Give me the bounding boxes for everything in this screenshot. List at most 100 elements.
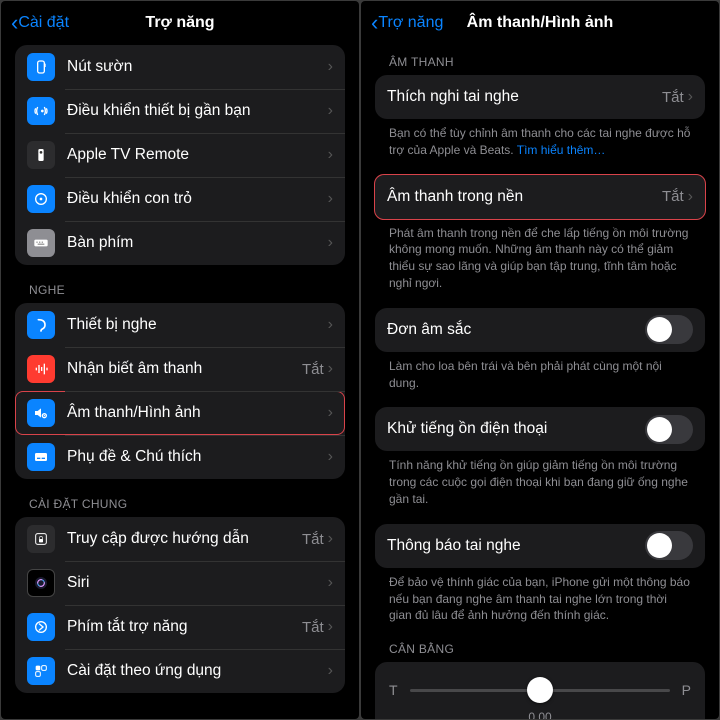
- row-value: Tắt: [302, 619, 324, 636]
- row-background-sounds[interactable]: Âm thanh trong nền Tắt ›: [375, 175, 705, 219]
- row-label: Truy cập được hướng dẫn: [67, 530, 302, 548]
- nearby-icon: [27, 97, 55, 125]
- footer-bg-sounds: Phát âm thanh trong nền để che lấp tiếng…: [389, 225, 691, 292]
- switch-mono[interactable]: [645, 315, 693, 344]
- scroll-right[interactable]: ÂM THANH Thích nghi tai nghe Tắt › Bạn c…: [361, 45, 719, 719]
- row-label: Đơn âm sắc: [387, 321, 645, 339]
- shortcut-icon: [27, 613, 55, 641]
- settings-row[interactable]: Phụ đề & Chú thích›: [15, 435, 345, 479]
- pointer-icon: [27, 185, 55, 213]
- back-label: Cài đặt: [18, 14, 69, 32]
- settings-row[interactable]: Thiết bị nghe›: [15, 303, 345, 347]
- chevron-right-icon: ›: [688, 88, 693, 106]
- settings-row[interactable]: Nhận biết âm thanhTắt›: [15, 347, 345, 391]
- switch-noise-cancel[interactable]: [645, 415, 693, 444]
- row-label: Thông báo tai nghe: [387, 537, 645, 555]
- row-value: Tắt: [302, 531, 324, 548]
- row-label: Nhận biết âm thanh: [67, 360, 302, 378]
- keyboard-icon: [27, 229, 55, 257]
- right-pane: ‹ Trợ năng Âm thanh/Hình ảnh ÂM THANH Th…: [361, 1, 719, 719]
- row-headphone-accom[interactable]: Thích nghi tai nghe Tắt ›: [375, 75, 705, 119]
- section-hearing: NGHE: [29, 283, 345, 297]
- row-label: Cài đặt theo ứng dụng: [67, 662, 328, 680]
- chevron-left-icon: ‹: [371, 12, 378, 34]
- chevron-right-icon: ›: [328, 530, 333, 548]
- row-value: Tắt: [662, 188, 684, 205]
- group-balance: T P 0,00: [375, 662, 705, 719]
- row-value: Tắt: [662, 89, 684, 106]
- soundrec-icon: [27, 355, 55, 383]
- row-label: Âm thanh trong nền: [387, 188, 662, 206]
- settings-row[interactable]: Phím tắt trợ năngTắt›: [15, 605, 345, 649]
- group-mono: Đơn âm sắc: [375, 308, 705, 352]
- chevron-right-icon: ›: [328, 102, 333, 120]
- slider-knob[interactable]: [527, 677, 553, 703]
- group-noise-cancel: Khử tiếng ồn điện thoại: [375, 407, 705, 451]
- chevron-right-icon: ›: [328, 448, 333, 466]
- row-mono-audio[interactable]: Đơn âm sắc: [375, 308, 705, 352]
- row-label: Bàn phím: [67, 234, 328, 252]
- settings-row[interactable]: Bàn phím›: [15, 221, 345, 265]
- settings-row[interactable]: Điều khiển thiết bị gần bạn›: [15, 89, 345, 133]
- lock-icon: [27, 525, 55, 553]
- audiovisual-icon: [27, 399, 55, 427]
- side-button-icon: [27, 53, 55, 81]
- footer-headphone: Bạn có thể tùy chỉnh âm thanh cho các ta…: [389, 125, 691, 159]
- row-value: Tắt: [302, 361, 324, 378]
- learn-more-link[interactable]: Tìm hiểu thêm…: [517, 143, 606, 157]
- row-headphone-notif[interactable]: Thông báo tai nghe: [375, 524, 705, 568]
- settings-row[interactable]: Apple TV Remote›: [15, 133, 345, 177]
- settings-row[interactable]: Điều khiển con trỏ›: [15, 177, 345, 221]
- footer-notif: Để bảo vệ thính giác của bạn, iPhone gửi…: [389, 574, 691, 624]
- perapp-icon: [27, 657, 55, 685]
- slider-track[interactable]: [410, 689, 670, 692]
- siri-icon: [27, 569, 55, 597]
- chevron-right-icon: ›: [328, 316, 333, 334]
- chevron-right-icon: ›: [328, 662, 333, 680]
- settings-row[interactable]: Nút sườn›: [15, 45, 345, 89]
- row-label: Phụ đề & Chú thích: [67, 448, 328, 466]
- back-label: Trợ năng: [378, 14, 443, 32]
- row-label: Phím tắt trợ năng: [67, 618, 302, 636]
- chevron-right-icon: ›: [328, 360, 333, 378]
- balance-left-label: T: [389, 682, 398, 698]
- settings-row[interactable]: Truy cập được hướng dẫnTắt›: [15, 517, 345, 561]
- footer-noise: Tính năng khử tiếng ồn giúp giảm tiếng ồ…: [389, 457, 691, 507]
- row-noise-cancel[interactable]: Khử tiếng ồn điện thoại: [375, 407, 705, 451]
- settings-row[interactable]: Siri›: [15, 561, 345, 605]
- cc-icon: [27, 443, 55, 471]
- chevron-right-icon: ›: [328, 58, 333, 76]
- footer-mono: Làm cho loa bên trái và bên phải phát cù…: [389, 358, 691, 392]
- row-label: Thích nghi tai nghe: [387, 88, 662, 106]
- ear-icon: [27, 311, 55, 339]
- group-background-sounds: Âm thanh trong nền Tắt ›: [374, 174, 706, 220]
- row-label: Âm thanh/Hình ảnh: [67, 404, 328, 422]
- scroll-left[interactable]: Nút sườn›Điều khiển thiết bị gần bạn›App…: [1, 45, 359, 719]
- switch-headphone-notif[interactable]: [645, 531, 693, 560]
- row-label: Điều khiển con trỏ: [67, 190, 328, 208]
- header-left: ‹ Cài đặt Trợ năng: [1, 1, 359, 45]
- row-label: Khử tiếng ồn điện thoại: [387, 420, 645, 438]
- chevron-right-icon: ›: [328, 190, 333, 208]
- row-label: Điều khiển thiết bị gần bạn: [67, 102, 328, 120]
- group-headphone-accom: Thích nghi tai nghe Tắt ›: [375, 75, 705, 119]
- row-label: Thiết bị nghe: [67, 316, 328, 334]
- group-physical: Nút sườn›Điều khiển thiết bị gần bạn›App…: [15, 45, 345, 265]
- chevron-right-icon: ›: [328, 234, 333, 252]
- chevron-right-icon: ›: [688, 188, 693, 206]
- row-label: Nút sườn: [67, 58, 328, 76]
- group-headphone-notif: Thông báo tai nghe: [375, 524, 705, 568]
- section-general: CÀI ĐẶT CHUNG: [29, 497, 345, 511]
- section-balance: CÂN BẰNG: [389, 642, 705, 656]
- group-hearing: Thiết bị nghe›Nhận biết âm thanhTắt›Âm t…: [15, 303, 345, 479]
- settings-row[interactable]: Âm thanh/Hình ảnh›: [15, 391, 345, 435]
- group-general: Truy cập được hướng dẫnTắt›Siri›Phím tắt…: [15, 517, 345, 693]
- row-label: Apple TV Remote: [67, 146, 328, 164]
- balance-right-label: P: [682, 682, 691, 698]
- back-button-right[interactable]: ‹ Trợ năng: [371, 12, 443, 34]
- chevron-right-icon: ›: [328, 146, 333, 164]
- back-button-left[interactable]: ‹ Cài đặt: [11, 12, 69, 34]
- left-pane: ‹ Cài đặt Trợ năng Nút sườn›Điều khiển t…: [1, 1, 359, 719]
- settings-row[interactable]: Cài đặt theo ứng dụng›: [15, 649, 345, 693]
- section-audio: ÂM THANH: [389, 55, 705, 69]
